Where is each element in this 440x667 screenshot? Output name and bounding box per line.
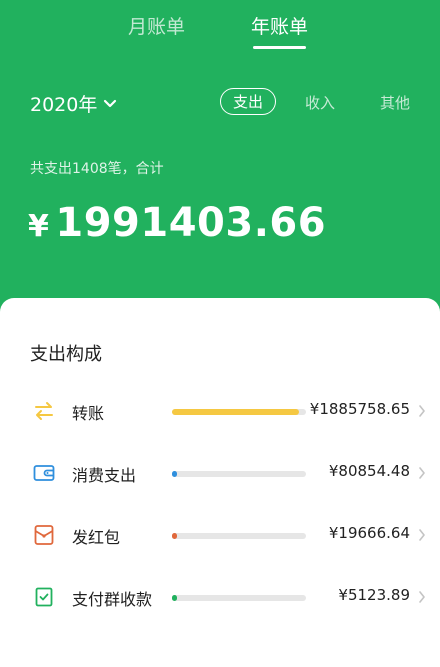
breakdown-row-label: 发红包 xyxy=(72,528,121,547)
tab-expense[interactable]: 支出 xyxy=(220,88,277,115)
breakdown-bar xyxy=(172,471,306,477)
chevron-right-icon xyxy=(419,591,425,603)
tab-income[interactable]: 收入 xyxy=(305,92,335,113)
header: 月账单 年账单 2020年 支出 收入 其他 共支出1408笔，合计 ¥1991… xyxy=(0,0,440,320)
breakdown-row-amount: ¥5123.89 xyxy=(338,586,410,604)
group-collection-icon xyxy=(35,587,53,607)
tab-yearly-bill-label: 年账单 xyxy=(251,16,309,38)
red-envelope-icon xyxy=(34,525,54,545)
summary-text: 共支出1408笔，合计 xyxy=(30,161,164,177)
breakdown-row-label: 支付群收款 xyxy=(72,590,153,609)
transfer-icon xyxy=(35,402,53,420)
type-tabs: 支出 收入 其他 xyxy=(0,88,440,118)
tab-monthly-bill-label: 月账单 xyxy=(128,16,186,38)
breakdown-row-label: 转账 xyxy=(72,404,105,423)
breakdown-row-label: 消费支出 xyxy=(72,466,137,485)
breakdown-row-amount: ¥80854.48 xyxy=(328,462,410,480)
breakdown-row-transfer[interactable]: 转账 ¥1885758.65 xyxy=(0,391,440,431)
breakdown-bar xyxy=(172,409,306,415)
breakdown-bar xyxy=(172,533,306,539)
breakdown-row-red-envelope[interactable]: 发红包 ¥19666.64 xyxy=(0,515,440,555)
tab-monthly-bill[interactable]: 月账单 xyxy=(128,12,185,39)
breakdown-title: 支出构成 xyxy=(30,344,102,365)
breakdown-bar xyxy=(172,595,306,601)
breakdown-row-consumption[interactable]: 消费支出 ¥80854.48 xyxy=(0,453,440,493)
total-value: 1991403.66 xyxy=(55,200,327,246)
tab-yearly-bill[interactable]: 年账单 xyxy=(251,12,309,49)
breakdown-bar-fill xyxy=(172,471,178,477)
chevron-right-icon xyxy=(419,467,425,479)
wallet-icon xyxy=(33,465,55,481)
breakdown-bar-fill xyxy=(172,595,178,601)
currency-symbol: ¥ xyxy=(28,209,50,244)
active-tab-indicator xyxy=(253,46,307,49)
total-amount: ¥1991403.66 xyxy=(28,200,326,246)
chevron-right-icon xyxy=(419,405,425,417)
tab-other[interactable]: 其他 xyxy=(380,92,410,113)
bill-tabs: 月账单 年账单 xyxy=(0,12,440,52)
breakdown-row-amount: ¥19666.64 xyxy=(328,524,410,542)
breakdown-row-amount: ¥1885758.65 xyxy=(309,400,410,418)
breakdown-card: 支出构成 转账 ¥1885758.65 消费支出 ¥80854.48 发红包 ¥… xyxy=(0,298,440,667)
breakdown-row-group-collection[interactable]: 支付群收款 ¥5123.89 xyxy=(0,577,440,617)
breakdown-bar-fill xyxy=(172,533,178,539)
breakdown-bar-fill xyxy=(172,409,299,415)
chevron-right-icon xyxy=(419,529,425,541)
